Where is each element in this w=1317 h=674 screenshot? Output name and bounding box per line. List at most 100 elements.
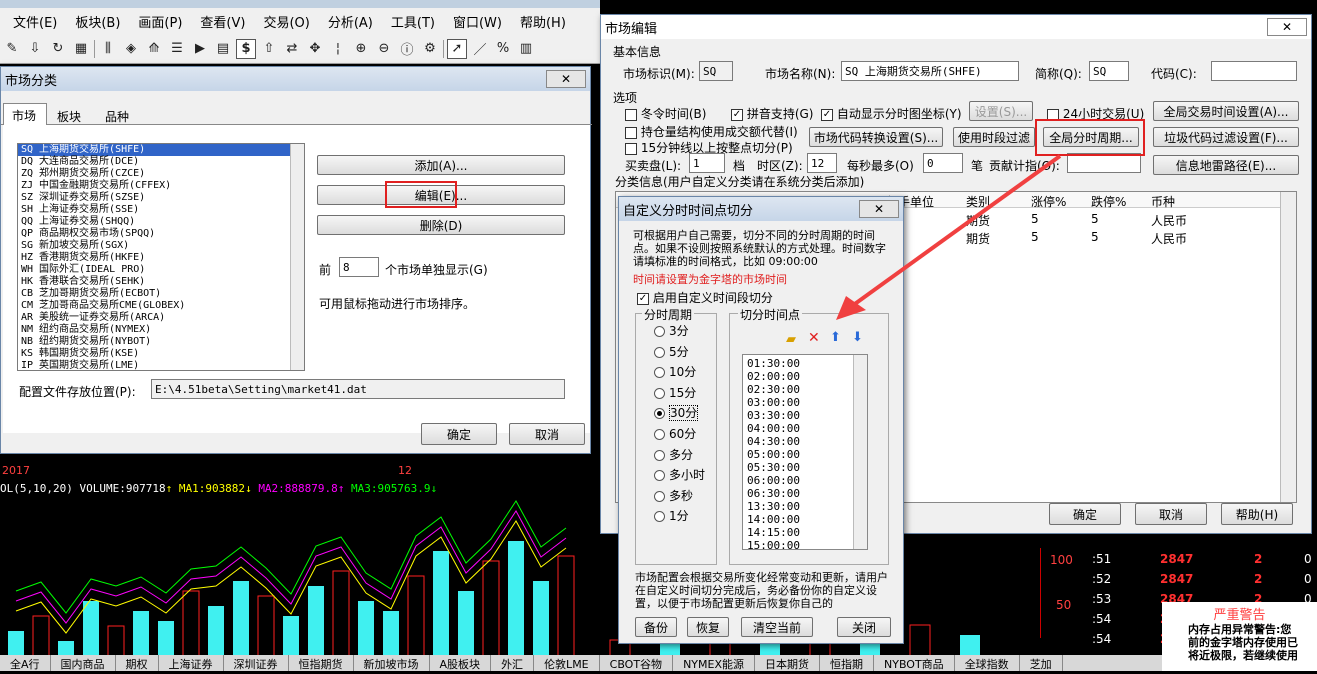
time-point-list[interactable]: 01:30:00 02:00:00 02:30:00 03:00:00 03:30:00… bbox=[742, 354, 868, 550]
column-header[interactable]: 类别 bbox=[966, 193, 990, 210]
dollar-icon[interactable]: $ bbox=[236, 38, 256, 59]
buy-sell-field[interactable]: 1 bbox=[689, 153, 725, 173]
close-icon[interactable]: ✕ bbox=[859, 200, 899, 218]
menu-item[interactable]: 帮助(H) bbox=[511, 12, 575, 31]
period-radio[interactable]: 1分 bbox=[654, 507, 689, 524]
arrow-down-icon[interactable]: ⬇ bbox=[852, 330, 863, 345]
list-item[interactable]: DQ 大连商品交易所(DCE) bbox=[18, 156, 304, 168]
market-id-field[interactable]: SQ bbox=[699, 61, 733, 81]
line-icon[interactable]: ／ bbox=[470, 39, 490, 59]
restore-button[interactable]: 恢复 bbox=[687, 617, 729, 637]
menu-item[interactable]: 画面(P) bbox=[129, 12, 191, 31]
time-point-item[interactable]: 05:00:00 bbox=[747, 448, 867, 461]
list-item[interactable]: QQ 上海证券交易(SHQQ) bbox=[18, 216, 304, 228]
cancel-button[interactable]: 取消 bbox=[1135, 503, 1207, 525]
cancel-button[interactable]: 取消 bbox=[509, 423, 585, 445]
enable-checkbox[interactable]: ✓ 启用自定义时间段切分 bbox=[637, 289, 773, 306]
close-icon[interactable]: ✕ bbox=[546, 70, 586, 88]
bottom-tab[interactable]: 恒指期货 bbox=[289, 655, 354, 671]
path-field[interactable]: E:\4.51beta\Setting\market41.dat bbox=[151, 379, 565, 399]
front-count-input[interactable]: 8 bbox=[339, 257, 379, 277]
bottom-tab[interactable]: 芝加 bbox=[1020, 655, 1063, 671]
market-name-field[interactable]: SQ 上海期货交易所(SHFE) bbox=[841, 61, 1019, 81]
auto-coord-checkbox[interactable]: ✓ 自动显示分时图坐标(Y) bbox=[821, 105, 962, 122]
pinyin-checkbox[interactable]: ✓ 拼音支持(G) bbox=[731, 105, 814, 122]
list-item[interactable]: HK 香港联合交易所(SEHK) bbox=[18, 276, 304, 288]
backup-button[interactable]: 备份 bbox=[635, 617, 677, 637]
clear-current-button[interactable]: 清空当前 bbox=[741, 617, 813, 637]
time-point-item[interactable]: 03:00:00 bbox=[747, 396, 867, 409]
time-point-item[interactable]: 13:30:00 bbox=[747, 500, 867, 513]
settings-button[interactable]: 设置(S)... bbox=[969, 101, 1033, 121]
period-radio[interactable]: 多秒 bbox=[654, 487, 693, 504]
time-point-item[interactable]: 03:30:00 bbox=[747, 409, 867, 422]
bottom-tab[interactable]: 深圳证券 bbox=[224, 655, 289, 671]
zoom-out-icon[interactable]: ⊖ bbox=[374, 39, 394, 59]
list-item[interactable]: SZ 深圳证券交易所(SZSE) bbox=[18, 192, 304, 204]
percent-icon[interactable]: % bbox=[493, 39, 513, 59]
code-field[interactable] bbox=[1211, 61, 1297, 81]
contrib-field[interactable] bbox=[1067, 153, 1141, 173]
time-point-item[interactable]: 04:30:00 bbox=[747, 435, 867, 448]
tab-market[interactable]: 市场 bbox=[3, 103, 47, 126]
list-item[interactable]: SQ 上海期货交易所(SHFE) bbox=[18, 144, 290, 156]
arrow-up-icon[interactable]: ⬆ bbox=[830, 330, 841, 345]
list-item[interactable]: NM 纽约商品交易所(NYMEX) bbox=[18, 324, 304, 336]
timezone-field[interactable]: 12 bbox=[807, 153, 837, 173]
period-radio[interactable]: 多小时 bbox=[654, 466, 705, 483]
bars-icon[interactable]: ⫼ bbox=[98, 39, 118, 59]
list-item[interactable]: AR 美股统一证券交易所(ARCA) bbox=[18, 312, 304, 324]
zoom-in-icon[interactable]: ⊕ bbox=[351, 39, 371, 59]
winter-time-checkbox[interactable]: 冬令时间(B) bbox=[625, 105, 706, 122]
compare-icon[interactable]: ⇄ bbox=[282, 39, 302, 59]
column-header[interactable]: 跌停% bbox=[1091, 193, 1126, 210]
doc-icon[interactable]: ▤ bbox=[213, 39, 233, 59]
info-path-button[interactable]: 信息地雷路径(E)... bbox=[1153, 155, 1299, 175]
time-point-item[interactable]: 06:30:00 bbox=[747, 487, 867, 500]
table-scrollbar[interactable] bbox=[1280, 192, 1296, 502]
download-icon[interactable]: ⇩ bbox=[25, 39, 45, 59]
gear-icon[interactable]: ⚙ bbox=[420, 39, 440, 59]
period-radio[interactable]: 10分 bbox=[654, 363, 696, 380]
bottom-tab[interactable]: 新加坡市场 bbox=[354, 655, 430, 671]
list-item[interactable]: WH 国际外汇(IDEAL PRO) bbox=[18, 264, 304, 276]
code-convert-button[interactable]: 市场代码转换设置(S)... bbox=[809, 127, 943, 147]
help-button[interactable]: 帮助(H) bbox=[1221, 503, 1293, 525]
trend-icon[interactable]: ⇧ bbox=[259, 39, 279, 59]
global-trade-time-button[interactable]: 全局交易时间设置(A)... bbox=[1153, 101, 1299, 121]
menu-item[interactable]: 分析(A) bbox=[319, 12, 382, 31]
diamond-icon[interactable]: ◈ bbox=[121, 39, 141, 59]
list-item[interactable]: SG 新加坡交易所(SGX) bbox=[18, 240, 304, 252]
bottom-tab[interactable]: 外汇 bbox=[491, 655, 535, 671]
delete-button[interactable]: 删除(D) bbox=[317, 215, 565, 235]
bottom-tab[interactable]: 上海证券 bbox=[159, 655, 224, 671]
list-item[interactable]: CM 芝加哥商品交易所CME(GLOBEX) bbox=[18, 300, 304, 312]
time-point-item[interactable]: 02:30:00 bbox=[747, 383, 867, 396]
table-icon[interactable]: ▥ bbox=[516, 39, 536, 59]
grid-icon[interactable]: ▦ bbox=[71, 39, 91, 59]
period-radio[interactable]: 5分 bbox=[654, 343, 689, 360]
time-point-item[interactable]: 04:00:00 bbox=[747, 422, 867, 435]
market-list[interactable]: SQ 上海期货交易所(SHFE) DQ 大连商品交易所(DCE) ZQ 郑州期货交易… bbox=[17, 143, 305, 371]
time-point-item[interactable]: 14:00:00 bbox=[747, 513, 867, 526]
time-point-item[interactable]: 02:00:00 bbox=[747, 370, 867, 383]
period-radio[interactable]: 60分 bbox=[654, 425, 696, 442]
bottom-tab[interactable]: 伦敦LME bbox=[534, 655, 600, 671]
cursor-icon[interactable]: ➚ bbox=[447, 38, 467, 59]
menu-item[interactable]: 窗口(W) bbox=[444, 12, 511, 31]
list-item[interactable]: ZQ 郑州期货交易所(CZCE) bbox=[18, 168, 304, 180]
split-icon[interactable]: ¦ bbox=[328, 39, 348, 59]
column-header[interactable]: 涨停% bbox=[1031, 193, 1066, 210]
bottom-tab[interactable]: 全A行 bbox=[0, 655, 51, 671]
list-item[interactable]: IP 英国期货交易所(LME) bbox=[18, 360, 304, 370]
bottom-tab[interactable]: NYMEX能源 bbox=[673, 655, 755, 671]
ok-button[interactable]: 确定 bbox=[421, 423, 497, 445]
time-point-item[interactable]: 05:30:00 bbox=[747, 461, 867, 474]
time-point-item[interactable]: 14:15:00 bbox=[747, 526, 867, 539]
list-item[interactable]: SH 上海证券交易所(SSE) bbox=[18, 204, 304, 216]
junk-filter-button[interactable]: 垃圾代码过滤设置(F)... bbox=[1153, 127, 1299, 147]
bottom-tab[interactable]: 恒指期 bbox=[820, 655, 874, 671]
delete-icon[interactable]: ✕ bbox=[808, 330, 820, 346]
list-item[interactable]: NB 纽约期货交易所(NYBOT) bbox=[18, 336, 304, 348]
bottom-tab[interactable]: CBOT谷物 bbox=[600, 655, 674, 671]
